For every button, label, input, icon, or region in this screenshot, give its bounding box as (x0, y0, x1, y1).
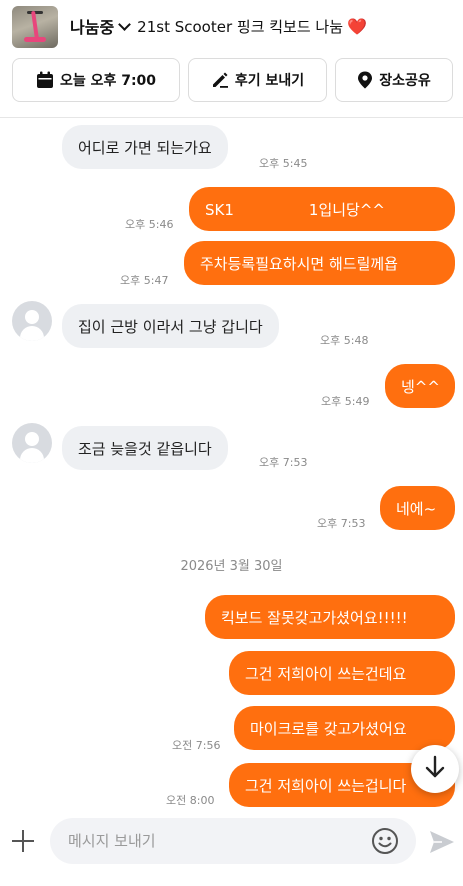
message-bubble-sent[interactable]: 마이크로를 갖고가셨어요 (234, 706, 455, 750)
chat-header: 나눔중 21st Scooter 핑크 킥보드 나눔 ❤️ 오늘 오후 7:00… (0, 0, 463, 118)
message-bubble-received[interactable]: 어디로 가면 되는가요 (62, 125, 228, 169)
chevron-down-icon[interactable] (118, 17, 132, 31)
message-time: 오전 7:56 (172, 739, 221, 752)
scroll-to-bottom-button[interactable] (411, 745, 459, 793)
date-separator: 2026년 3월 30일 (180, 559, 283, 574)
schedule-label: 오늘 오후 7:00 (59, 73, 157, 89)
message-text: 마이크로를 갖고가셨어요 (250, 719, 407, 738)
message-text: 킥보드 잘못갖고가셨어요!!!!! (221, 608, 408, 627)
message-text: 주차등록필요하시면 해드릴께욥 (200, 254, 398, 273)
location-label: 장소공유 (379, 73, 431, 89)
message-time: 오후 7:53 (317, 517, 366, 530)
share-location-button[interactable]: 장소공유 (335, 58, 453, 102)
calendar-icon (36, 71, 54, 89)
review-label: 후기 보내기 (234, 73, 305, 89)
message-bubble-received[interactable]: 집이 근방 이라서 그냥 갑니다 (62, 304, 279, 348)
message-text: 조금 늦을것 같읍니다 (78, 439, 212, 458)
message-bubble-sent[interactable]: 그건 저희아이 쓰는건데요 (229, 651, 455, 695)
product-thumbnail[interactable] (12, 6, 58, 48)
message-time: 오후 7:53 (259, 456, 308, 469)
message-text: SK1 1입니당^^ (205, 200, 385, 219)
message-text: 그건 저희아이 쓰는건데요 (245, 664, 407, 683)
message-bubble-sent[interactable]: 주차등록필요하시면 해드릴께욥 (184, 241, 455, 285)
arrow-down-icon (424, 755, 446, 783)
message-text: 넹^^ (401, 377, 440, 396)
message-text: 네에~ (396, 499, 437, 518)
scooter-stem (31, 10, 39, 40)
message-time: 오후 5:45 (259, 157, 308, 170)
message-bubble-sent[interactable]: SK1 1입니당^^ (189, 187, 455, 231)
message-text: 어디로 가면 되는가요 (78, 138, 212, 157)
message-input-bar (0, 810, 463, 886)
heart-emoji: ❤️ (347, 16, 367, 36)
plus-icon[interactable] (10, 828, 36, 854)
message-time: 오후 5:46 (125, 218, 174, 231)
message-text: 집이 근방 이라서 그냥 갑니다 (78, 317, 263, 336)
message-bubble-sent[interactable]: 넹^^ (385, 364, 455, 408)
trade-status: 나눔중 (70, 18, 115, 37)
message-time: 오후 5:48 (320, 334, 369, 347)
send-icon[interactable] (428, 829, 456, 855)
scooter-deck (24, 37, 46, 42)
location-pin-icon (357, 71, 373, 89)
message-bubble-sent[interactable]: 킥보드 잘못갖고가셨어요!!!!! (205, 595, 455, 639)
product-title: 21st Scooter 핑크 킥보드 나눔 (137, 17, 344, 36)
message-input[interactable] (50, 818, 416, 864)
avatar-icon[interactable] (12, 423, 52, 463)
schedule-button[interactable]: 오늘 오후 7:00 (12, 58, 180, 102)
review-button[interactable]: 후기 보내기 (188, 58, 327, 102)
message-bubble-sent[interactable]: 네에~ (380, 486, 455, 530)
message-text: 그건 저희아이 쓰는겁니다 (245, 776, 407, 795)
pencil-icon (211, 71, 229, 89)
avatar-icon[interactable] (12, 301, 52, 341)
message-list[interactable]: 어디로 가면 되는가요 오후 5:45 SK1 1입니당^^ 오후 5:46 주… (0, 119, 463, 809)
message-time: 오전 8:00 (166, 794, 215, 807)
emoji-icon[interactable] (371, 827, 399, 855)
message-time: 오후 5:49 (321, 395, 370, 408)
header-title-row[interactable]: 나눔중 21st Scooter 핑크 킥보드 나눔 ❤️ (70, 13, 367, 39)
message-time: 오후 5:47 (120, 274, 169, 287)
message-bubble-received[interactable]: 조금 늦을것 같읍니다 (62, 426, 228, 470)
